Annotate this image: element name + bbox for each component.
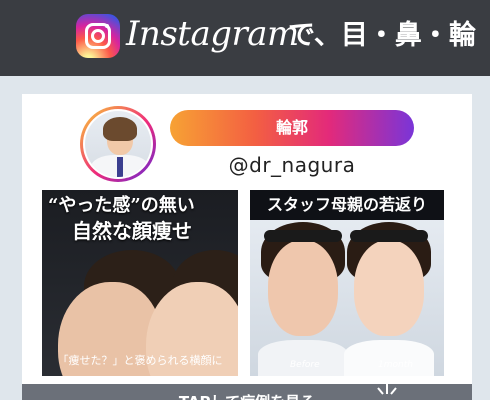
instagram-card[interactable]: 輪郭 @dr_nagura “やった感”の無い 自然な顔痩せ 「痩せた？」と褒め… (22, 94, 472, 400)
photo-title-line2: 自然な顔痩せ (72, 219, 192, 243)
header-title: Instagram (126, 14, 299, 54)
username[interactable]: @dr_nagura (202, 150, 382, 180)
category-tag[interactable]: 輪郭 (170, 110, 414, 146)
case-photo-rejuvenation[interactable]: スタッフ母親の若返り Before 1month (250, 190, 444, 376)
header-subtitle: で、目・鼻・輪 (288, 20, 476, 51)
view-cases-button[interactable]: TAPして症例を見る (22, 384, 472, 400)
profile-photo (85, 111, 151, 177)
header-banner: Instagram で、目・鼻・輪 (0, 0, 490, 76)
photo-title: スタッフ母親の若返り (250, 190, 444, 220)
after-label: 1month (378, 360, 413, 370)
photo-caption: 「痩せた？」と褒められる横顔に (57, 354, 223, 367)
sparkle-icon (377, 384, 397, 395)
instagram-icon (76, 14, 120, 58)
photo-title-line1: “やった感”の無い (48, 195, 195, 216)
case-photo-face-slimming[interactable]: “やった感”の無い 自然な顔痩せ 「痩せた？」と褒められる横顔に (42, 190, 238, 376)
avatar[interactable] (80, 106, 156, 182)
before-label: Before (290, 360, 320, 370)
